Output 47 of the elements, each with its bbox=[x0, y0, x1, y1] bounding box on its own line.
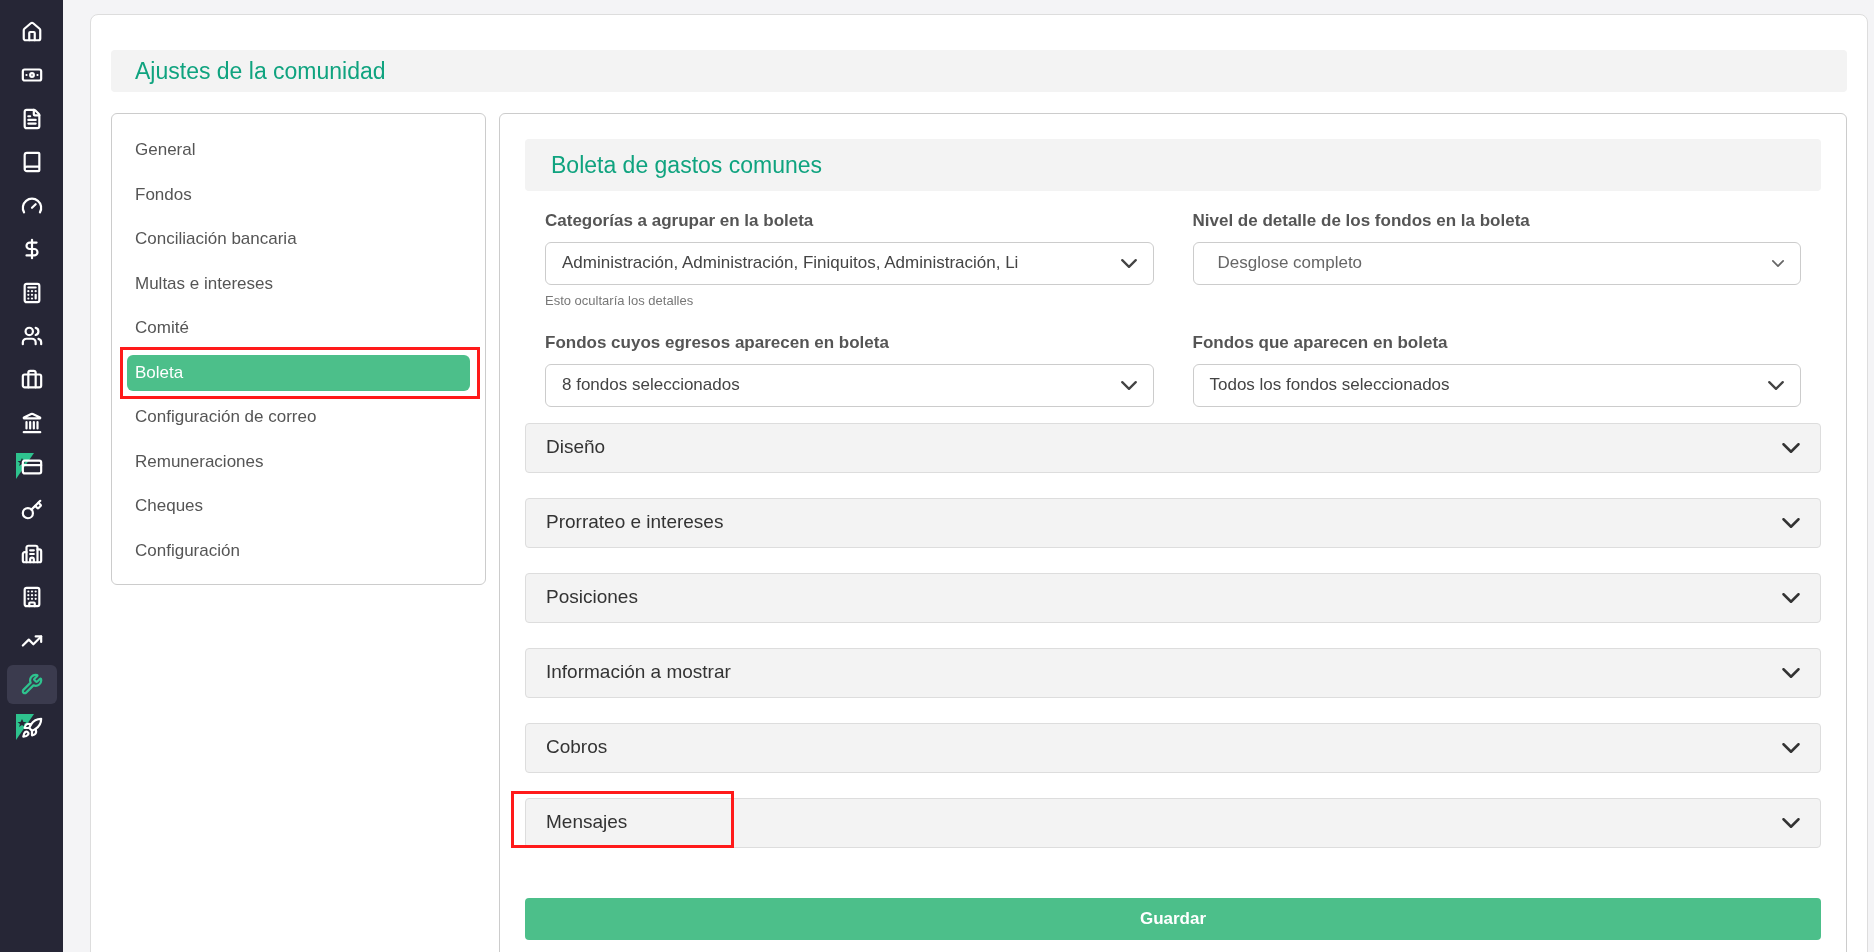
briefcase-icon bbox=[20, 368, 43, 391]
accordion-header[interactable]: Mensajes bbox=[525, 797, 1821, 848]
key-icon bbox=[20, 499, 43, 521]
star-flag-icon bbox=[15, 453, 34, 479]
bank-icon bbox=[20, 412, 43, 434]
chevron-down-icon bbox=[1782, 442, 1800, 453]
star-flag-icon bbox=[15, 714, 34, 740]
settings-menu-item[interactable]: Conciliación bancaria bbox=[127, 221, 470, 257]
accordion-header[interactable]: Posiciones bbox=[525, 572, 1821, 623]
chevron-down-icon bbox=[1782, 667, 1800, 678]
chevron-down-icon bbox=[1772, 259, 1784, 267]
multiselect-field[interactable]: Todos los fondos seleccionados bbox=[1192, 363, 1801, 407]
chevron-down-icon bbox=[1782, 517, 1800, 528]
users-icon bbox=[20, 325, 43, 347]
accordion-header[interactable]: Cobros bbox=[525, 722, 1821, 773]
settings-menu-item[interactable]: Configuración bbox=[127, 532, 470, 569]
settings-menu-item[interactable]: Fondos bbox=[127, 176, 470, 213]
settings-menu-item[interactable]: Comité bbox=[127, 310, 470, 346]
chevron-down-icon bbox=[1782, 742, 1800, 753]
settings-menu-item[interactable]: Multas e intereses bbox=[127, 265, 470, 302]
chevron-down-icon bbox=[1782, 817, 1800, 828]
field-label: Categorías a agrupar en la boleta bbox=[545, 210, 815, 232]
chevron-down-icon bbox=[1768, 380, 1784, 390]
field-label: Fondos que aparecen en boleta bbox=[1192, 332, 1449, 354]
accordion-header[interactable]: Prorrateo e intereses bbox=[525, 497, 1821, 548]
rocket-icon bbox=[20, 716, 43, 739]
field-hint: Esto ocultaría los detalles bbox=[545, 291, 695, 310]
chevron-down-icon bbox=[1120, 380, 1137, 390]
multiselect-field[interactable]: 8 fondos seleccionados bbox=[545, 363, 1154, 407]
building-icon bbox=[20, 542, 43, 565]
chevron-down-icon bbox=[1782, 592, 1800, 603]
chevron-down-icon bbox=[1120, 258, 1137, 268]
settings-menu-item[interactable]: Remuneraciones bbox=[127, 443, 470, 480]
settings-menu-item[interactable]: Configuración de correo bbox=[127, 399, 470, 435]
field-label: Nivel de detalle de los fondos en la boleta bbox=[1192, 210, 1531, 232]
section-title: Boleta de gastos comunes bbox=[551, 150, 823, 180]
wrench-icon bbox=[20, 673, 43, 695]
sidebar-nav-button[interactable] bbox=[6, 664, 57, 704]
settings-menu-item[interactable]: General bbox=[127, 132, 470, 168]
field-label: Fondos cuyos egresos aparecen en boleta bbox=[545, 332, 890, 354]
select-field[interactable]: Desglose completo bbox=[1192, 241, 1801, 285]
multiselect-field[interactable]: Administración, Administración, Finiquitos, Administración, Li bbox=[545, 241, 1154, 285]
accordion-header[interactable]: Información a mostrar bbox=[525, 647, 1821, 698]
accordion-header[interactable]: Diseño bbox=[525, 422, 1821, 473]
page-title: Ajustes de la comunidad bbox=[135, 56, 386, 86]
settings-menu-item[interactable]: Cheques bbox=[127, 488, 470, 524]
home-icon bbox=[20, 20, 43, 43]
